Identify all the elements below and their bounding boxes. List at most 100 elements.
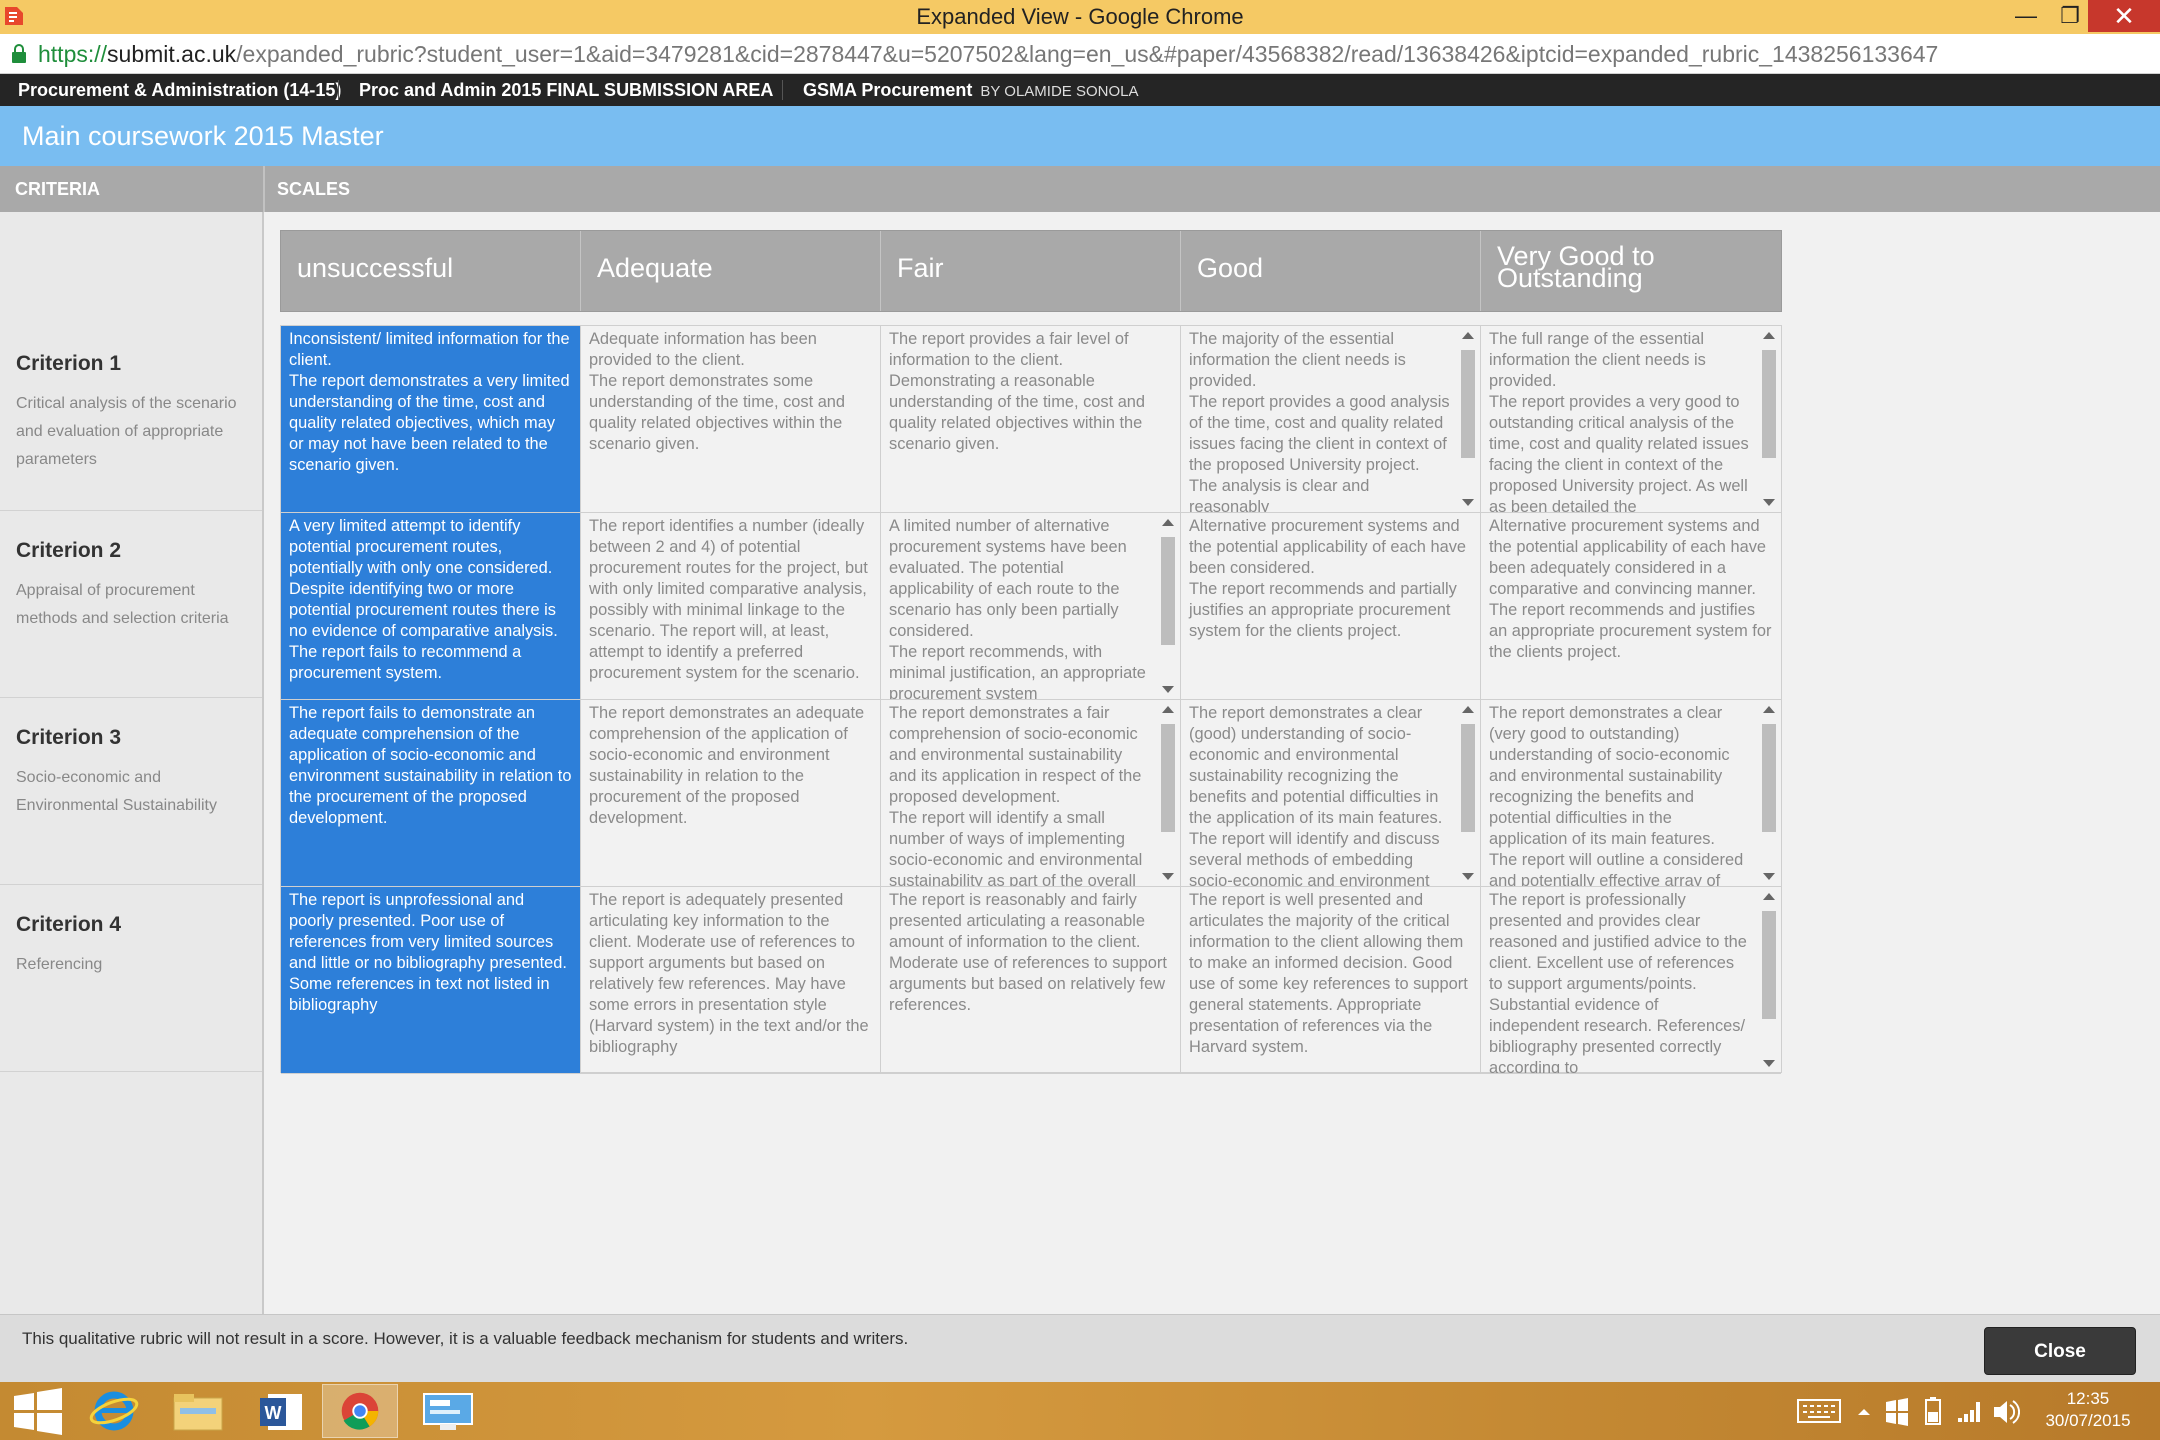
scroll-down-arrow-icon[interactable] (1763, 873, 1775, 880)
criterion-1: Criterion 1 Critical analysis of the sce… (0, 324, 262, 511)
rubric-cell[interactable]: The report demonstrates a clear (good) u… (1181, 700, 1481, 887)
breadcrumb: Procurement & Administration (14-15) Pro… (0, 74, 2160, 106)
scroll-up-arrow-icon[interactable] (1763, 706, 1775, 713)
breadcrumb-paper[interactable]: GSMA Procurement BY OLAMIDE SONOLA (803, 74, 1138, 106)
url-scheme: https:// (38, 41, 108, 67)
windows-start-icon[interactable] (0, 1384, 76, 1438)
cell-scrollbar[interactable] (1761, 891, 1777, 1069)
criterion-title: Criterion 4 (16, 913, 122, 936)
rubric-cell[interactable]: Alternative procurement systems and the … (1181, 513, 1481, 700)
url-text[interactable]: https://submit.ac.uk/expanded_rubric?stu… (38, 34, 1938, 74)
scroll-up-arrow-icon[interactable] (1462, 332, 1474, 339)
cell-scrollbar[interactable] (1460, 704, 1476, 882)
criterion-2: Criterion 2 Appraisal of procurement met… (0, 511, 262, 698)
cell-text: The report identifies a number (ideally … (589, 517, 868, 682)
rubric-cell[interactable]: The report identifies a number (ideally … (581, 513, 881, 700)
cell-scrollbar[interactable] (1160, 517, 1176, 695)
rubric-cell-selected[interactable]: The report is unprofessional and poorly … (281, 887, 581, 1074)
breadcrumb-author: BY OLAMIDE SONOLA (980, 83, 1139, 100)
scroll-down-arrow-icon[interactable] (1763, 1060, 1775, 1067)
breadcrumb-assignment[interactable]: Proc and Admin 2015 FINAL SUBMISSION ARE… (359, 74, 773, 106)
rubric-cell[interactable]: The report is reasonably and fairly pres… (881, 887, 1181, 1074)
clock-time: 12:35 (2066, 1389, 2110, 1408)
clock[interactable]: 12:35 30/07/2015 (2026, 1388, 2150, 1432)
scroll-thumb[interactable] (1762, 350, 1776, 458)
cell-text: The report fails to demonstrate an adequ… (289, 704, 572, 827)
rubric-cell[interactable]: A limited number of alternative procurem… (881, 513, 1181, 700)
rubric-cell[interactable]: The full range of the essential informat… (1481, 326, 1781, 513)
keyboard-icon[interactable] (1796, 1382, 1842, 1440)
rubric-cell-selected[interactable]: Inconsistent/ limited information for th… (281, 326, 581, 513)
scroll-up-arrow-icon[interactable] (1462, 706, 1474, 713)
scroll-thumb[interactable] (1161, 537, 1175, 645)
rubric-cell[interactable]: The majority of the essential informatio… (1181, 326, 1481, 513)
rubric-cell[interactable]: The report demonstrates a clear (very go… (1481, 700, 1781, 887)
chrome-icon[interactable] (322, 1384, 398, 1438)
cell-scrollbar[interactable] (1761, 704, 1777, 882)
clock-date: 30/07/2015 (2045, 1411, 2131, 1430)
cell-text: Alternative procurement systems and the … (1489, 517, 1772, 661)
maximize-button[interactable]: ❐ (2048, 0, 2092, 32)
scale-label: Very Good to Outstanding (1497, 241, 1655, 293)
rubric-cell[interactable]: The report provides a fair level of info… (881, 326, 1181, 513)
scroll-thumb[interactable] (1161, 724, 1175, 832)
scroll-thumb[interactable] (1762, 911, 1776, 1019)
breadcrumb-course[interactable]: Procurement & Administration (14-15) (18, 74, 341, 106)
scroll-down-arrow-icon[interactable] (1462, 873, 1474, 880)
scroll-thumb[interactable] (1461, 724, 1475, 832)
criterion-description: Critical analysis of the scenario and ev… (16, 395, 237, 468)
scale-label: Adequate (597, 253, 713, 283)
battery-icon[interactable] (1918, 1382, 1948, 1440)
scroll-up-arrow-icon[interactable] (1162, 706, 1174, 713)
window-close-button[interactable]: ✕ (2088, 0, 2160, 32)
rubric-cell[interactable]: Adequate information has been provided t… (581, 326, 881, 513)
cell-text: The report demonstrates an adequate comp… (589, 704, 865, 827)
internet-explorer-icon[interactable] (76, 1384, 152, 1438)
breadcrumb-separator (338, 80, 339, 100)
network-signal-icon[interactable] (1954, 1382, 1984, 1440)
scroll-up-arrow-icon[interactable] (1763, 893, 1775, 900)
cell-scrollbar[interactable] (1160, 704, 1176, 882)
rubric-footer: This qualitative rubric will not result … (0, 1314, 2160, 1382)
rubric-cell-selected[interactable]: A very limited attempt to identify poten… (281, 513, 581, 700)
rubric-cell[interactable]: The report is adequately presented artic… (581, 887, 881, 1074)
cell-text: The report demonstrates a fair comprehen… (889, 704, 1143, 887)
scroll-thumb[interactable] (1762, 724, 1776, 832)
scroll-down-arrow-icon[interactable] (1462, 499, 1474, 506)
rubric-cell[interactable]: The report is professionally presented a… (1481, 887, 1781, 1074)
criteria-column: Criterion 1 Critical analysis of the sce… (0, 212, 264, 1314)
cell-text: The majority of the essential informatio… (1189, 330, 1450, 513)
close-button[interactable]: Close (1984, 1327, 2136, 1375)
breadcrumb-paper-title: GSMA Procurement (803, 80, 973, 100)
scroll-down-arrow-icon[interactable] (1162, 686, 1174, 693)
criterion-3: Criterion 3 Socio-economic and Environme… (0, 698, 262, 885)
remote-desktop-icon[interactable] (410, 1384, 486, 1438)
cell-scrollbar[interactable] (1460, 330, 1476, 508)
rubric-cell[interactable]: The report is well presented and articul… (1181, 887, 1481, 1074)
scroll-down-arrow-icon[interactable] (1162, 873, 1174, 880)
volume-icon[interactable] (1990, 1382, 2020, 1440)
criterion-title: Criterion 1 (16, 352, 122, 375)
cell-scrollbar[interactable] (1761, 330, 1777, 508)
minimize-button[interactable]: — (2004, 0, 2048, 32)
scroll-thumb[interactable] (1461, 350, 1475, 458)
scale-label: unsuccessful (297, 253, 454, 283)
rubric-cell-selected[interactable]: The report fails to demonstrate an adequ… (281, 700, 581, 887)
scale-header-row: unsuccessful Adequate Fair Good Very Goo… (280, 230, 1782, 312)
address-bar[interactable]: https://submit.ac.uk/expanded_rubric?stu… (0, 34, 2160, 74)
scroll-up-arrow-icon[interactable] (1763, 332, 1775, 339)
scroll-up-arrow-icon[interactable] (1162, 519, 1174, 526)
cell-text: The report is adequately presented artic… (589, 891, 869, 1056)
word-icon[interactable]: W (244, 1384, 320, 1438)
scroll-down-arrow-icon[interactable] (1763, 499, 1775, 506)
action-center-icon[interactable] (1882, 1382, 1912, 1440)
cell-text: A very limited attempt to identify poten… (289, 517, 558, 682)
rubric-cell[interactable]: Alternative procurement systems and the … (1481, 513, 1781, 700)
rubric-cell[interactable]: The report demonstrates an adequate comp… (581, 700, 881, 887)
chevron-up-icon[interactable] (1852, 1382, 1876, 1440)
criterion-4: Criterion 4 Referencing (0, 885, 262, 1072)
cell-text: Alternative procurement systems and the … (1189, 517, 1467, 640)
file-explorer-icon[interactable] (160, 1384, 236, 1438)
rubric-cell[interactable]: The report demonstrates a fair comprehen… (881, 700, 1181, 887)
cell-text: The full range of the essential informat… (1489, 330, 1749, 513)
